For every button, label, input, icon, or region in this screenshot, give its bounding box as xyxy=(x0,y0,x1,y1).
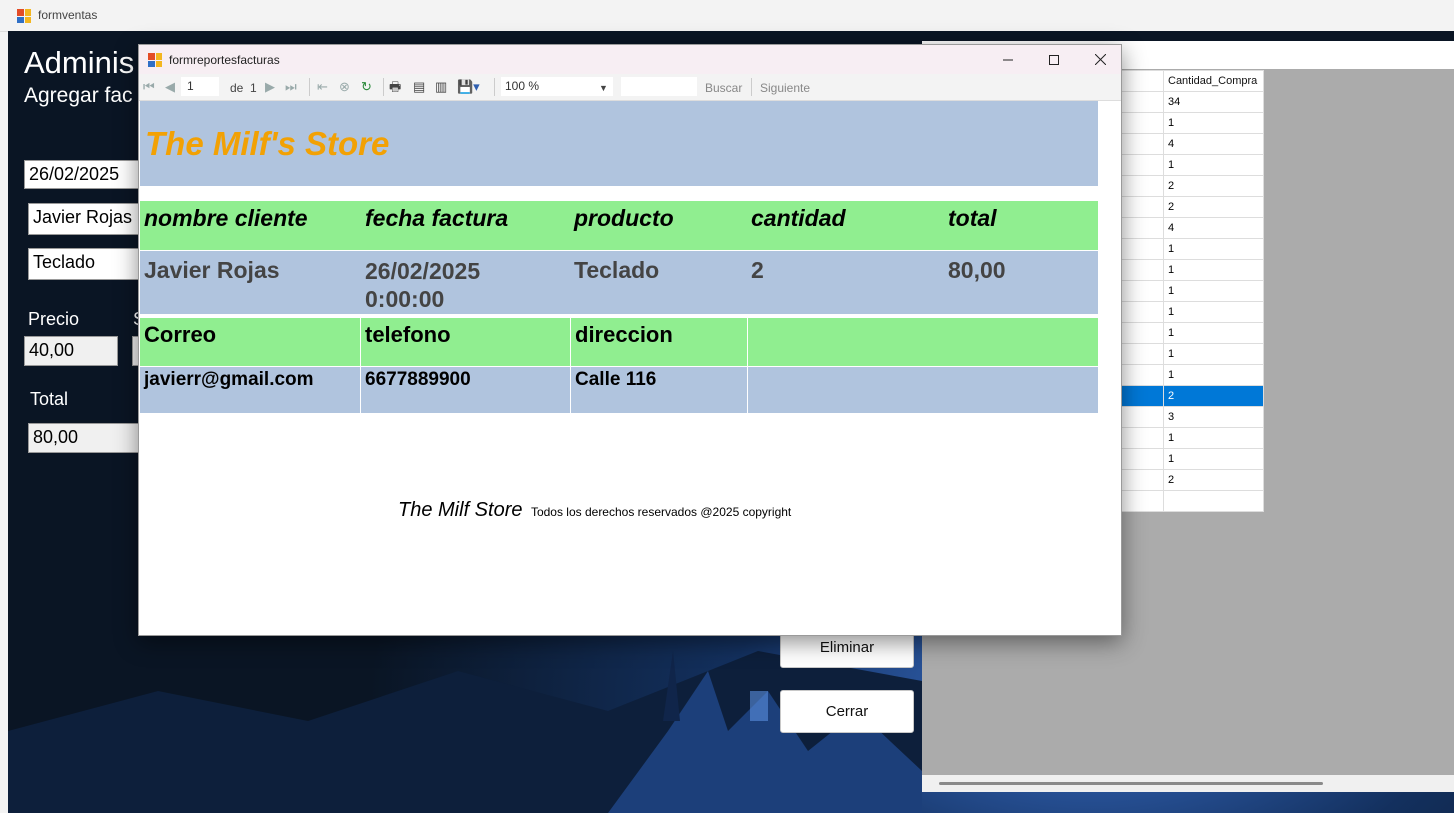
minimize-button[interactable] xyxy=(985,45,1031,74)
print-layout-icon[interactable]: ▤ xyxy=(413,79,425,95)
contact-value-cell: javierr@gmail.com xyxy=(140,367,361,413)
table-cell[interactable]: 2 xyxy=(1163,196,1264,218)
header-cell: fecha factura xyxy=(365,205,509,231)
contact-header-cell: telefono xyxy=(361,318,571,366)
price-field[interactable]: 40,00 xyxy=(24,336,118,366)
value-cell: Javier Rojas xyxy=(144,257,280,283)
table-cell[interactable]: 1 xyxy=(1163,280,1264,302)
table-cell[interactable]: 1 xyxy=(1163,259,1264,281)
table-cell[interactable]: 1 xyxy=(1163,322,1264,344)
table-cell[interactable] xyxy=(1163,490,1264,512)
toolbar-separator xyxy=(751,78,752,96)
invoice-values-row: Javier Rojas 26/02/2025 0:00:00 Teclado … xyxy=(140,251,1098,314)
header-cell: nombre cliente xyxy=(144,205,308,231)
contact-header-row: Correo telefono direccion xyxy=(140,318,1098,366)
report-footer: The Milf Store Todos los derechos reserv… xyxy=(398,499,791,522)
header-cell: cantidad xyxy=(751,205,846,231)
table-cell[interactable]: 1 xyxy=(1163,448,1264,470)
table-cell[interactable]: 1 xyxy=(1163,364,1264,386)
contact-value-cell: 6677889900 xyxy=(361,367,571,413)
minimize-icon xyxy=(1003,59,1013,60)
close-icon xyxy=(1094,54,1106,65)
chevron-down-icon[interactable]: ▼ xyxy=(599,80,608,96)
page-number-input[interactable]: 1 xyxy=(181,77,219,96)
previous-page-icon[interactable]: ◀ xyxy=(165,79,175,95)
value-cell: 2 xyxy=(751,257,764,283)
value-cell: Teclado xyxy=(574,257,660,283)
table-cell[interactable]: 1 xyxy=(1163,238,1264,260)
close-button[interactable]: Cerrar xyxy=(780,690,914,733)
back-icon[interactable]: ⇤ xyxy=(317,79,328,95)
date-field[interactable]: 26/02/2025 xyxy=(24,160,144,189)
value-cell: 26/02/2025 0:00:00 xyxy=(365,258,481,312)
page-of-label: de xyxy=(230,81,244,95)
table-cell[interactable]: 4 xyxy=(1163,133,1264,155)
find-button[interactable]: Buscar xyxy=(705,80,742,96)
grid-horizontal-scrollbar[interactable] xyxy=(922,775,1454,792)
scrollbar-thumb[interactable] xyxy=(939,782,1323,785)
contact-header-cell: direccion xyxy=(571,318,748,366)
grid-column-header[interactable]: Cantidad_Compra xyxy=(1163,70,1264,92)
footer-copyright: Todos los derechos reservados @2025 copy… xyxy=(530,505,792,519)
client-select[interactable]: Javier Rojas xyxy=(28,203,144,235)
table-cell[interactable]: 2 xyxy=(1163,175,1264,197)
stop-icon[interactable]: ⊗ xyxy=(339,79,350,95)
table-cell[interactable]: 1 xyxy=(1163,154,1264,176)
maximize-button[interactable] xyxy=(1031,45,1077,74)
zoom-select[interactable]: 100 % xyxy=(501,77,613,96)
app-icon xyxy=(17,9,31,23)
page-subheading: Agregar fac xyxy=(24,84,133,107)
report-toolbar: ⏮ ◀ 1 de 1 ▶ ⏭ ⇤ ⊗ ↻ 🖶 ▤ ▥ 💾▾ 100 % ▼ Bu… xyxy=(139,74,1121,101)
main-window-title: formventas xyxy=(38,8,98,22)
footer-store-name: The Milf Store xyxy=(398,499,523,521)
invoice-header-row: nombre cliente fecha factura producto ca… xyxy=(140,201,1098,250)
report-window-title: formreportesfacturas xyxy=(169,53,280,67)
toolbar-separator xyxy=(309,78,310,96)
main-titlebar[interactable]: formventas xyxy=(0,0,1454,32)
table-cell[interactable]: 4 xyxy=(1163,217,1264,239)
print-icon[interactable]: 🖶 xyxy=(389,79,401,95)
maximize-icon xyxy=(1049,54,1059,65)
table-cell[interactable]: 3 xyxy=(1163,406,1264,428)
total-field[interactable]: 80,00 xyxy=(28,423,146,453)
last-page-icon[interactable]: ⏭ xyxy=(285,79,297,95)
header-cell: total xyxy=(948,205,997,231)
close-window-button[interactable] xyxy=(1077,45,1123,74)
report-app-icon xyxy=(148,53,162,67)
report-window: formreportesfacturas ⏮ ◀ 1 de 1 ▶ ⏭ ⇤ ⊗ … xyxy=(138,44,1122,636)
export-icon[interactable]: 💾▾ xyxy=(457,79,480,95)
toolbar-separator xyxy=(383,78,384,96)
page-heading: Adminis xyxy=(24,45,135,80)
table-cell[interactable]: 1 xyxy=(1163,112,1264,134)
first-page-icon[interactable]: ⏮ xyxy=(143,79,155,95)
next-page-icon[interactable]: ▶ xyxy=(265,79,275,95)
total-pages-label: 1 xyxy=(250,81,257,95)
refresh-icon[interactable]: ↻ xyxy=(361,79,372,95)
page-setup-icon[interactable]: ▥ xyxy=(435,79,447,95)
header-cell: producto xyxy=(574,205,674,231)
report-titlebar[interactable]: formreportesfacturas xyxy=(139,45,1121,74)
price-label: Precio xyxy=(28,309,80,329)
total-label: Total xyxy=(30,389,69,409)
report-page: The Milf's Store nombre cliente fecha fa… xyxy=(139,101,1121,635)
store-title: The Milf's Store xyxy=(145,125,390,162)
table-cell[interactable]: 1 xyxy=(1163,301,1264,323)
report-header-band: The Milf's Store xyxy=(140,101,1098,186)
table-cell[interactable]: 2 xyxy=(1163,385,1264,407)
contact-values-row: javierr@gmail.com 6677889900 Calle 116 xyxy=(140,367,1098,413)
contact-header-cell: Correo xyxy=(140,318,361,366)
table-cell[interactable]: 1 xyxy=(1163,343,1264,365)
table-cell[interactable]: 1 xyxy=(1163,427,1264,449)
table-cell[interactable]: 34 xyxy=(1163,91,1264,113)
product-select[interactable]: Teclado xyxy=(28,248,144,280)
table-cell[interactable]: 2 xyxy=(1163,469,1264,491)
find-next-button[interactable]: Siguiente xyxy=(760,80,810,96)
search-input[interactable] xyxy=(621,77,697,96)
contact-value-cell: Calle 116 xyxy=(571,367,748,413)
value-cell: 80,00 xyxy=(948,257,1006,283)
toolbar-separator xyxy=(494,78,495,96)
